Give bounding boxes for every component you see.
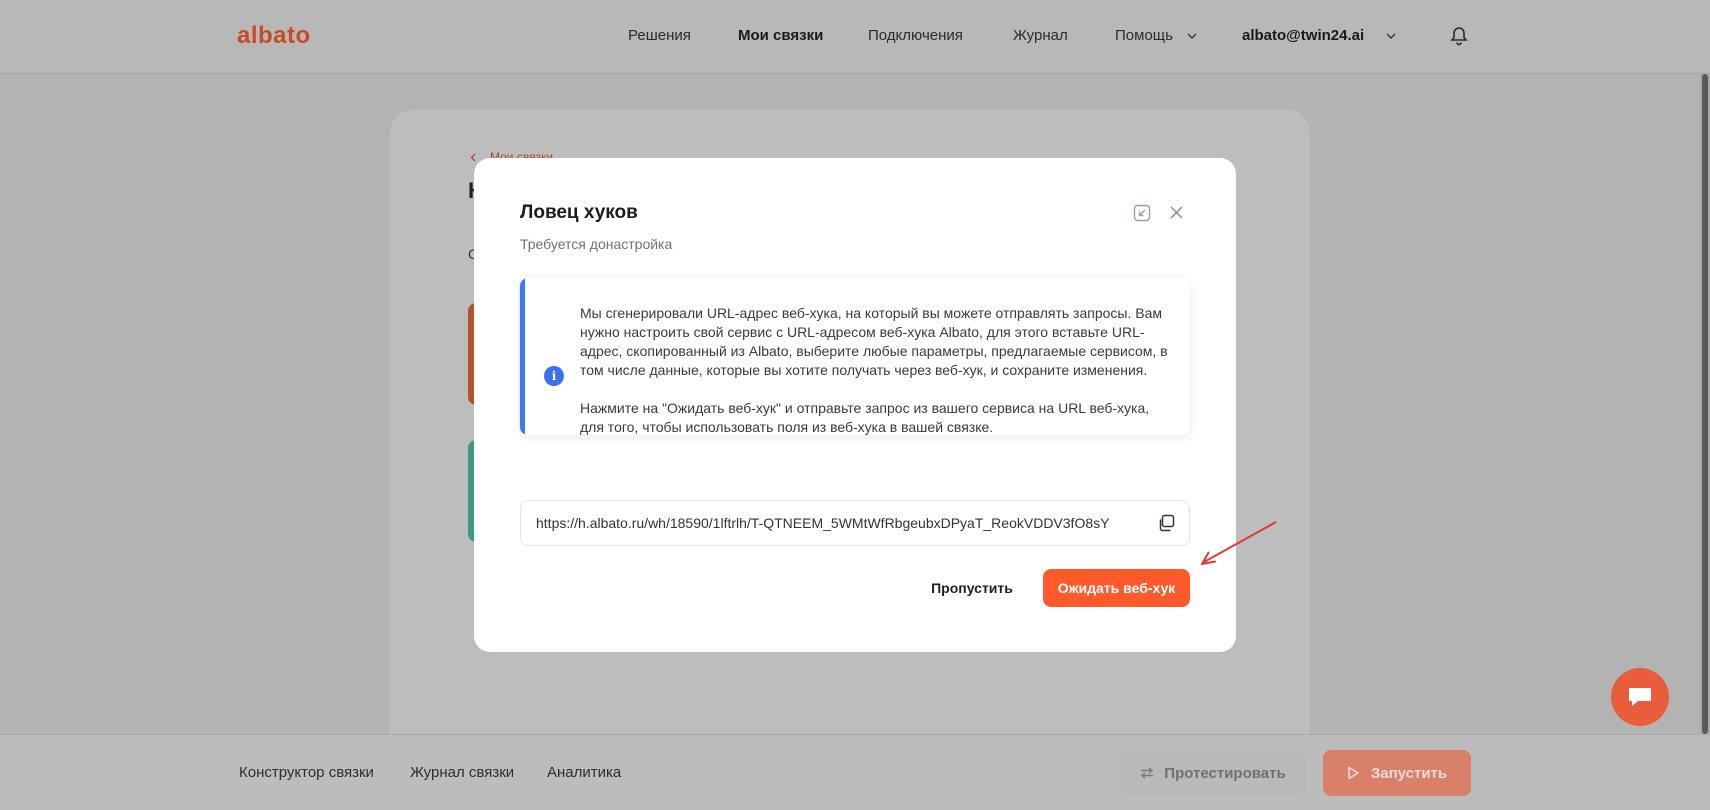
scrollbar-thumb[interactable] bbox=[1702, 74, 1708, 734]
test-button-label: Протестировать bbox=[1164, 764, 1286, 782]
user-menu[interactable]: albato@twin24.ai bbox=[1242, 27, 1396, 44]
chat-button[interactable] bbox=[1611, 668, 1669, 726]
nav-solutions[interactable]: Решения bbox=[628, 27, 691, 44]
tab-constructor[interactable]: Конструктор связки bbox=[239, 764, 374, 781]
swap-icon bbox=[1141, 767, 1154, 779]
modal-subtitle: Требуется донастройка bbox=[520, 236, 673, 252]
run-button[interactable]: Запустить bbox=[1323, 750, 1471, 796]
info-accent-bar bbox=[520, 278, 525, 435]
nav-journal[interactable]: Журнал bbox=[1013, 27, 1068, 44]
webhook-url[interactable]: https://h.albato.ru/wh/18590/1lftrlh/T-Q… bbox=[536, 515, 1141, 531]
nav-connections[interactable]: Подключения bbox=[868, 27, 963, 44]
chevron-down-icon bbox=[1187, 33, 1197, 40]
tab-bundle-journal[interactable]: Журнал связки bbox=[410, 764, 514, 781]
chevron-left-icon bbox=[470, 153, 476, 162]
info-icon: i bbox=[544, 366, 564, 386]
tab-analytics[interactable]: Аналитика bbox=[547, 764, 621, 781]
albato-logo[interactable]: albato bbox=[237, 22, 311, 50]
info-paragraph-1: Мы сгенерировали URL-адрес веб-хука, на … bbox=[580, 305, 1168, 378]
user-email: albato@twin24.ai bbox=[1242, 27, 1365, 44]
play-icon bbox=[1348, 766, 1359, 780]
info-text: Мы сгенерировали URL-адрес веб-хука, на … bbox=[580, 304, 1170, 435]
collapse-icon[interactable] bbox=[1133, 204, 1151, 222]
bell-icon[interactable] bbox=[1450, 26, 1468, 46]
nav-help-label: Помощь bbox=[1115, 27, 1173, 44]
nav-help[interactable]: Помощь bbox=[1115, 27, 1197, 44]
nav-my-bundles[interactable]: Мои связки bbox=[738, 27, 823, 44]
top-header: albato Решения Мои связки Подключения Жу… bbox=[0, 0, 1710, 74]
copy-icon[interactable] bbox=[1157, 514, 1175, 532]
webhook-url-field[interactable]: https://h.albato.ru/wh/18590/1lftrlh/T-Q… bbox=[520, 500, 1190, 546]
modal-title: Ловец хуков bbox=[520, 202, 638, 223]
info-paragraph-2: Нажмите на "Ожидать веб-хук" и отправьте… bbox=[580, 400, 1150, 435]
run-button-label: Запустить bbox=[1370, 764, 1448, 782]
wait-webhook-button[interactable]: Ожидать веб-хук bbox=[1043, 569, 1190, 607]
chevron-down-icon bbox=[1386, 33, 1396, 40]
info-callout: i Мы сгенерировали URL-адрес веб-хука, н… bbox=[520, 278, 1190, 435]
annotation-arrow-icon bbox=[1201, 521, 1277, 565]
skip-button[interactable]: Пропустить bbox=[908, 569, 1036, 607]
webhook-catcher-modal: Ловец хуков Требуется донастройка i Мы с… bbox=[474, 158, 1236, 652]
test-button[interactable]: Протестировать bbox=[1120, 750, 1306, 796]
chat-icon bbox=[1629, 688, 1651, 706]
close-icon[interactable] bbox=[1170, 206, 1183, 219]
